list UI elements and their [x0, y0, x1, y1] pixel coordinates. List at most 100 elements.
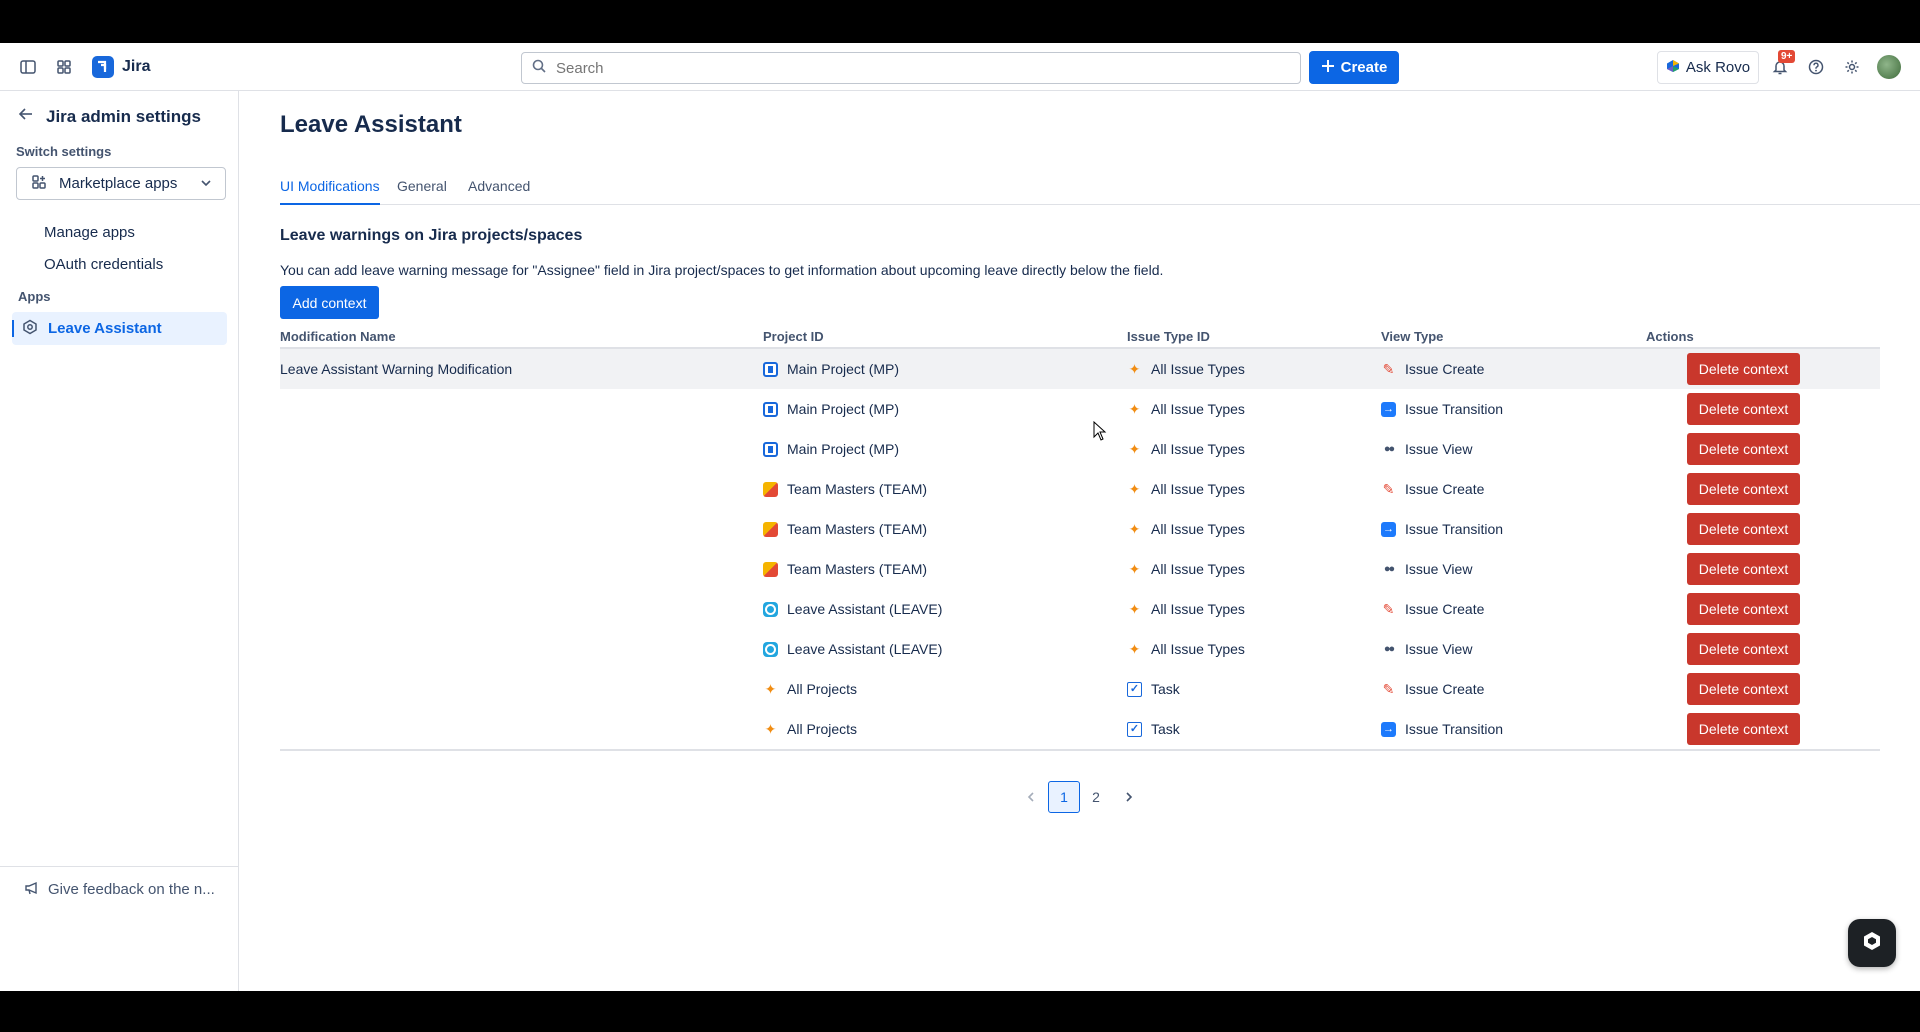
project-id-cell: Team Masters (TEAM): [763, 549, 927, 589]
view-type-cell: ✎ Issue Create: [1381, 349, 1485, 389]
back-to-admin[interactable]: Jira admin settings: [18, 106, 201, 127]
issue-type-cell: ✦ All Issue Types: [1127, 549, 1245, 589]
view-type-cell: → Issue Transition: [1381, 709, 1503, 749]
next-page-chevron-right-icon[interactable]: [1113, 781, 1145, 813]
issue-type-cell: ✦ All Issue Types: [1127, 469, 1245, 509]
view-type-cell-text: Issue Transition: [1405, 721, 1504, 737]
issue-type-cell-text: All Issue Types: [1151, 441, 1245, 457]
sidebar-title: Jira admin settings: [46, 106, 201, 126]
column-header-actions: Actions: [1646, 329, 1694, 344]
delete-context-button[interactable]: Delete context: [1687, 473, 1800, 505]
view-type-cell: → Issue Transition: [1381, 509, 1503, 549]
sidebar: Jira admin settings Switch settings Mark…: [0, 91, 239, 991]
sidebar-toggle-icon[interactable]: [16, 55, 40, 79]
page-1-button[interactable]: 1: [1048, 781, 1080, 813]
sidebar-item-oauth-credentials[interactable]: OAuth credentials: [44, 256, 163, 273]
marketplace-icon: [31, 174, 47, 194]
task-checkbox-icon: ✓: [1127, 681, 1142, 697]
switch-settings-value: Marketplace apps: [59, 175, 178, 192]
sidebar-item-manage-apps[interactable]: Manage apps: [44, 224, 135, 241]
project-id-cell-text: Team Masters (TEAM): [787, 521, 928, 537]
project-id-cell-text: All Projects: [787, 681, 858, 697]
sparkle-icon: ✦: [1128, 561, 1141, 577]
delete-context-button[interactable]: Delete context: [1687, 513, 1800, 545]
arrow-left-icon: [18, 106, 34, 127]
eyes-icon: ●●: [1383, 442, 1395, 455]
column-header-view-type: View Type: [1381, 329, 1444, 344]
tab-ui-modifications[interactable]: UI Modifications: [280, 175, 380, 205]
issue-type-cell: ✓ Task: [1127, 669, 1180, 709]
pagination: 1 2: [0, 781, 1920, 813]
tab-general[interactable]: General: [397, 175, 447, 205]
gear-icon[interactable]: [1840, 55, 1864, 79]
delete-context-button[interactable]: Delete context: [1687, 393, 1800, 425]
page-2-button[interactable]: 2: [1080, 781, 1112, 813]
help-icon[interactable]: [1804, 55, 1828, 79]
project-id-cell-text: Main Project (MP): [787, 441, 900, 457]
sparkle-icon: ✦: [1128, 641, 1141, 657]
view-type-cell-text: Issue Transition: [1405, 521, 1504, 537]
app-switcher-icon[interactable]: [52, 55, 76, 79]
screen-bottom-bar: [0, 991, 1920, 1032]
apps-section-label: Apps: [18, 289, 51, 304]
screen-top-bar: [0, 0, 1920, 43]
issue-type-cell-text: All Issue Types: [1151, 601, 1245, 617]
rovo-chat-fab[interactable]: [1848, 919, 1896, 967]
app-hexagon-icon: [22, 319, 38, 339]
give-feedback-link[interactable]: Give feedback on the n...: [0, 866, 238, 912]
table-row: Leave Assistant (LEAVE) ✦ All Issue Types ●…: [280, 629, 1880, 669]
delete-context-button[interactable]: Delete context: [1687, 673, 1800, 705]
ask-rovo-button[interactable]: Ask Rovo: [1657, 51, 1759, 84]
prev-page-chevron-left-icon[interactable]: [1015, 781, 1047, 813]
section-title: Leave warnings on Jira projects/spaces: [280, 227, 583, 244]
project-team-icon: [763, 521, 778, 537]
issue-type-cell: ✦ All Issue Types: [1127, 629, 1245, 669]
table-row: Main Project (MP) ✦ All Issue Types → Issue …: [280, 389, 1880, 429]
megaphone-icon: [24, 880, 40, 900]
jira-logo[interactable]: Jira: [92, 56, 150, 78]
table-bottom-divider: [280, 749, 1880, 751]
create-label: Create: [1340, 59, 1388, 76]
view-type-cell-text: Issue Create: [1405, 601, 1485, 617]
create-button[interactable]: Create: [1309, 51, 1399, 84]
arrow-right-icon: →: [1381, 401, 1396, 417]
sidebar-item-leave-assistant[interactable]: Leave Assistant: [12, 312, 227, 345]
issue-type-cell-text: Task: [1151, 721, 1180, 737]
sparkle-icon: ✦: [1128, 441, 1141, 457]
delete-context-button[interactable]: Delete context: [1687, 633, 1800, 665]
view-type-cell-text: Issue Create: [1405, 681, 1485, 697]
page-title: Leave Assistant: [280, 111, 462, 138]
rovo-chat-icon: [1861, 930, 1883, 957]
delete-context-button[interactable]: Delete context: [1687, 433, 1800, 465]
arrow-right-icon: →: [1381, 521, 1396, 537]
issue-type-cell-text: All Issue Types: [1151, 401, 1245, 417]
view-type-cell: ●● Issue View: [1381, 429, 1473, 469]
search-box[interactable]: [521, 52, 1301, 84]
issue-type-cell-text: Task: [1151, 681, 1180, 697]
search-input[interactable]: [556, 59, 1256, 77]
delete-context-button[interactable]: Delete context: [1687, 593, 1800, 625]
section-description: You can add leave warning message for "A…: [280, 262, 1164, 278]
table-row: Team Masters (TEAM) ✦ All Issue Types ✎ Issu…: [280, 469, 1880, 509]
project-id-cell: Leave Assistant (LEAVE): [763, 629, 942, 669]
avatar[interactable]: [1877, 55, 1901, 79]
sparkle-icon: ✦: [1128, 401, 1141, 417]
view-type-cell: ✎ Issue Create: [1381, 589, 1485, 629]
column-header-issue-type-id: Issue Type ID: [1127, 329, 1210, 344]
chevron-down-icon: [199, 176, 213, 194]
add-context-button[interactable]: Add context: [280, 286, 379, 319]
delete-context-button[interactable]: Delete context: [1687, 713, 1800, 745]
pencil-icon: ✎: [1382, 361, 1395, 377]
view-type-cell-text: Issue View: [1405, 441, 1473, 457]
switch-settings-select[interactable]: Marketplace apps: [16, 167, 226, 200]
issue-type-cell: ✦ All Issue Types: [1127, 349, 1245, 389]
view-type-cell-text: Issue Create: [1405, 481, 1485, 497]
pencil-icon: ✎: [1382, 681, 1395, 697]
delete-context-button[interactable]: Delete context: [1687, 553, 1800, 585]
pencil-icon: ✎: [1382, 481, 1395, 497]
tab-advanced[interactable]: Advanced: [468, 175, 530, 205]
project-id-cell: Team Masters (TEAM): [763, 469, 927, 509]
delete-context-button[interactable]: Delete context: [1687, 353, 1800, 385]
project-mp-icon: [763, 361, 778, 377]
eyes-icon: ●●: [1383, 562, 1395, 575]
